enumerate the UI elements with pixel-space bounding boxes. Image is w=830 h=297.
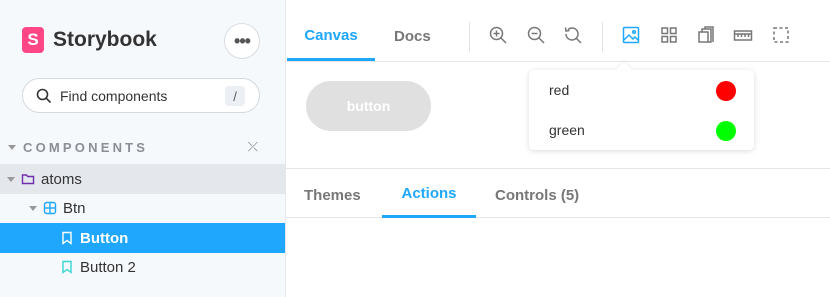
background-option-label: green bbox=[549, 122, 585, 138]
tab-actions[interactable]: Actions bbox=[382, 172, 476, 218]
tab-canvas[interactable]: Canvas bbox=[287, 12, 375, 61]
bookmark-icon bbox=[62, 231, 72, 245]
storybook-app: S Storybook ••• Find components / COMPON… bbox=[0, 0, 830, 297]
ruler-icon[interactable] bbox=[733, 25, 753, 45]
tab-controls[interactable]: Controls (5) bbox=[495, 172, 579, 218]
search-input[interactable]: Find components bbox=[60, 88, 167, 104]
addons-divider bbox=[286, 168, 830, 169]
background-image-icon[interactable] bbox=[621, 25, 641, 45]
zoom-in-icon[interactable] bbox=[488, 25, 508, 45]
tab-docs[interactable]: Docs bbox=[394, 12, 431, 61]
color-swatch bbox=[716, 121, 736, 141]
main-panel: Canvas Docs button red green Themes Acti… bbox=[285, 0, 830, 297]
tree-item-label: Button 2 bbox=[80, 258, 136, 276]
components-section-header[interactable]: COMPONENTS ⤫ bbox=[8, 137, 268, 157]
backgrounds-popover: red green bbox=[529, 70, 754, 150]
toolbar: Canvas Docs bbox=[286, 12, 830, 62]
tree-item-button-2[interactable]: Button 2 bbox=[0, 252, 285, 282]
background-option-red[interactable]: red bbox=[529, 70, 754, 110]
color-swatch bbox=[716, 81, 736, 101]
section-label: COMPONENTS bbox=[23, 139, 149, 155]
more-icon: ••• bbox=[234, 30, 251, 51]
search-field[interactable]: Find components / bbox=[22, 78, 260, 113]
addons-tabbar: Themes Actions Controls (5) bbox=[286, 172, 830, 218]
brand[interactable]: S Storybook bbox=[22, 27, 157, 53]
component-icon bbox=[43, 201, 57, 215]
folder-icon bbox=[21, 174, 35, 185]
preview-button[interactable]: button bbox=[306, 81, 431, 131]
sidebar: S Storybook ••• Find components / COMPON… bbox=[0, 0, 285, 297]
caret-down-icon bbox=[29, 205, 37, 211]
search-shortcut-key: / bbox=[225, 86, 245, 106]
tree-item-label: atoms bbox=[41, 170, 82, 188]
tree-item-label: Btn bbox=[63, 199, 86, 217]
brand-name: Storybook bbox=[53, 28, 157, 51]
tree-item-button[interactable]: Button bbox=[0, 223, 285, 253]
collapse-all-icon[interactable]: ⤫ bbox=[248, 139, 258, 155]
toolbar-divider bbox=[469, 22, 470, 52]
storybook-logo: S bbox=[22, 27, 44, 53]
grid-icon[interactable] bbox=[659, 25, 679, 45]
viewport-icon[interactable] bbox=[696, 25, 716, 45]
background-option-label: red bbox=[549, 82, 570, 98]
search-icon bbox=[36, 88, 52, 103]
tree-item-atoms[interactable]: atoms bbox=[0, 164, 285, 194]
caret-down-icon bbox=[7, 176, 15, 182]
outline-icon[interactable] bbox=[771, 25, 791, 45]
background-option-green[interactable]: green bbox=[529, 110, 754, 150]
zoom-out-icon[interactable] bbox=[526, 25, 546, 45]
caret-down-icon bbox=[8, 144, 16, 150]
bookmark-icon bbox=[62, 260, 72, 274]
tab-themes[interactable]: Themes bbox=[304, 172, 361, 218]
toolbar-divider bbox=[602, 22, 603, 52]
zoom-reset-icon[interactable] bbox=[563, 25, 583, 45]
tree-item-label: Button bbox=[80, 229, 129, 247]
menu-button[interactable]: ••• bbox=[224, 23, 260, 59]
tree-item-btn[interactable]: Btn bbox=[0, 193, 285, 223]
